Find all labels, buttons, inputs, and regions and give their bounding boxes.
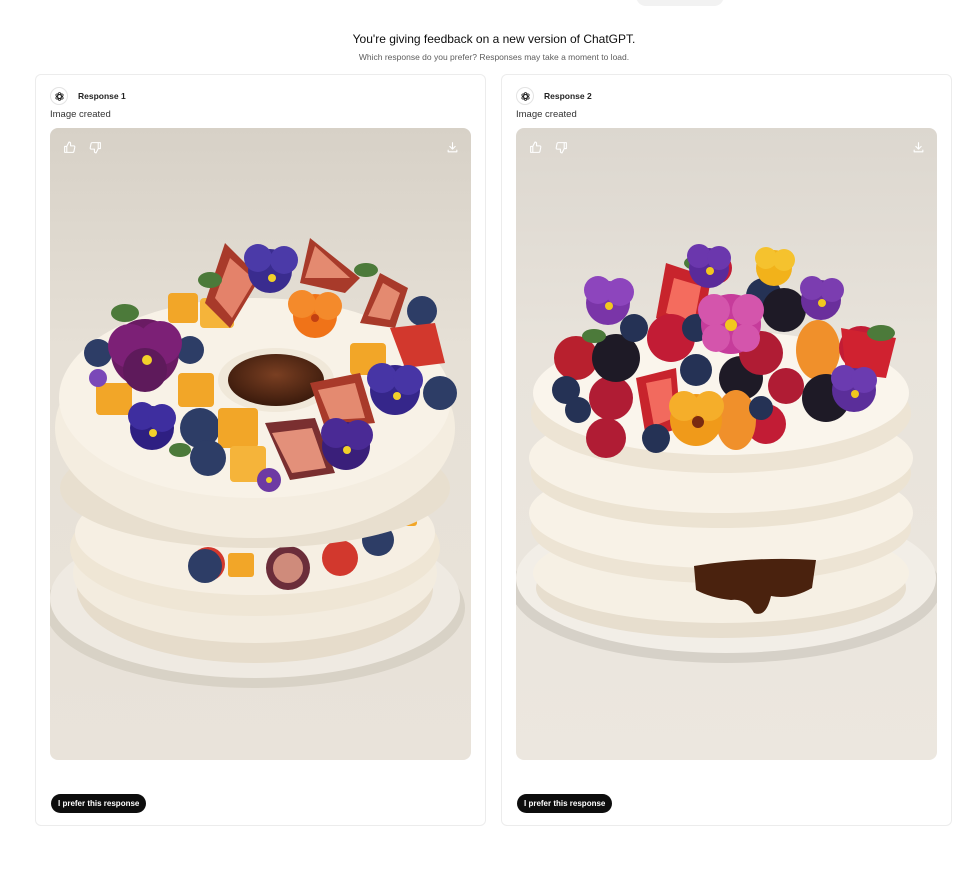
response-header: Response 2 [516, 87, 592, 105]
prefer-response-button[interactable]: I prefer this response [51, 794, 147, 813]
thumbs-up-icon[interactable] [60, 138, 78, 156]
cake-photo-2 [516, 128, 937, 760]
download-icon[interactable] [909, 138, 927, 156]
feedback-title: You're giving feedback on a new version … [352, 32, 636, 46]
openai-logo-icon [516, 87, 534, 105]
image-created-text: Image created [50, 109, 111, 120]
prefer-response-button[interactable]: I prefer this response [517, 794, 613, 813]
response-header: Response 1 [50, 87, 126, 105]
response-label: Response 1 [78, 91, 126, 101]
feedback-heading: You're giving feedback on a new version … [0, 32, 980, 62]
image-created-text: Image created [516, 109, 577, 120]
response-card-2: Response 2 Image created I prefer this r… [501, 74, 952, 826]
top-pill[interactable] [636, 0, 724, 6]
generated-image[interactable] [516, 128, 937, 760]
generated-image[interactable] [50, 128, 471, 760]
thumbs-up-icon[interactable] [526, 138, 544, 156]
cake-photo-1 [50, 128, 471, 760]
thumbs-down-icon[interactable] [86, 138, 104, 156]
feedback-subtitle: Which response do you prefer? Responses … [358, 52, 630, 62]
response-card-1: Response 1 Image created I prefer this r… [35, 74, 486, 826]
response-label: Response 2 [544, 91, 592, 101]
openai-logo-icon [50, 87, 68, 105]
download-icon[interactable] [443, 138, 461, 156]
thumbs-down-icon[interactable] [552, 138, 570, 156]
